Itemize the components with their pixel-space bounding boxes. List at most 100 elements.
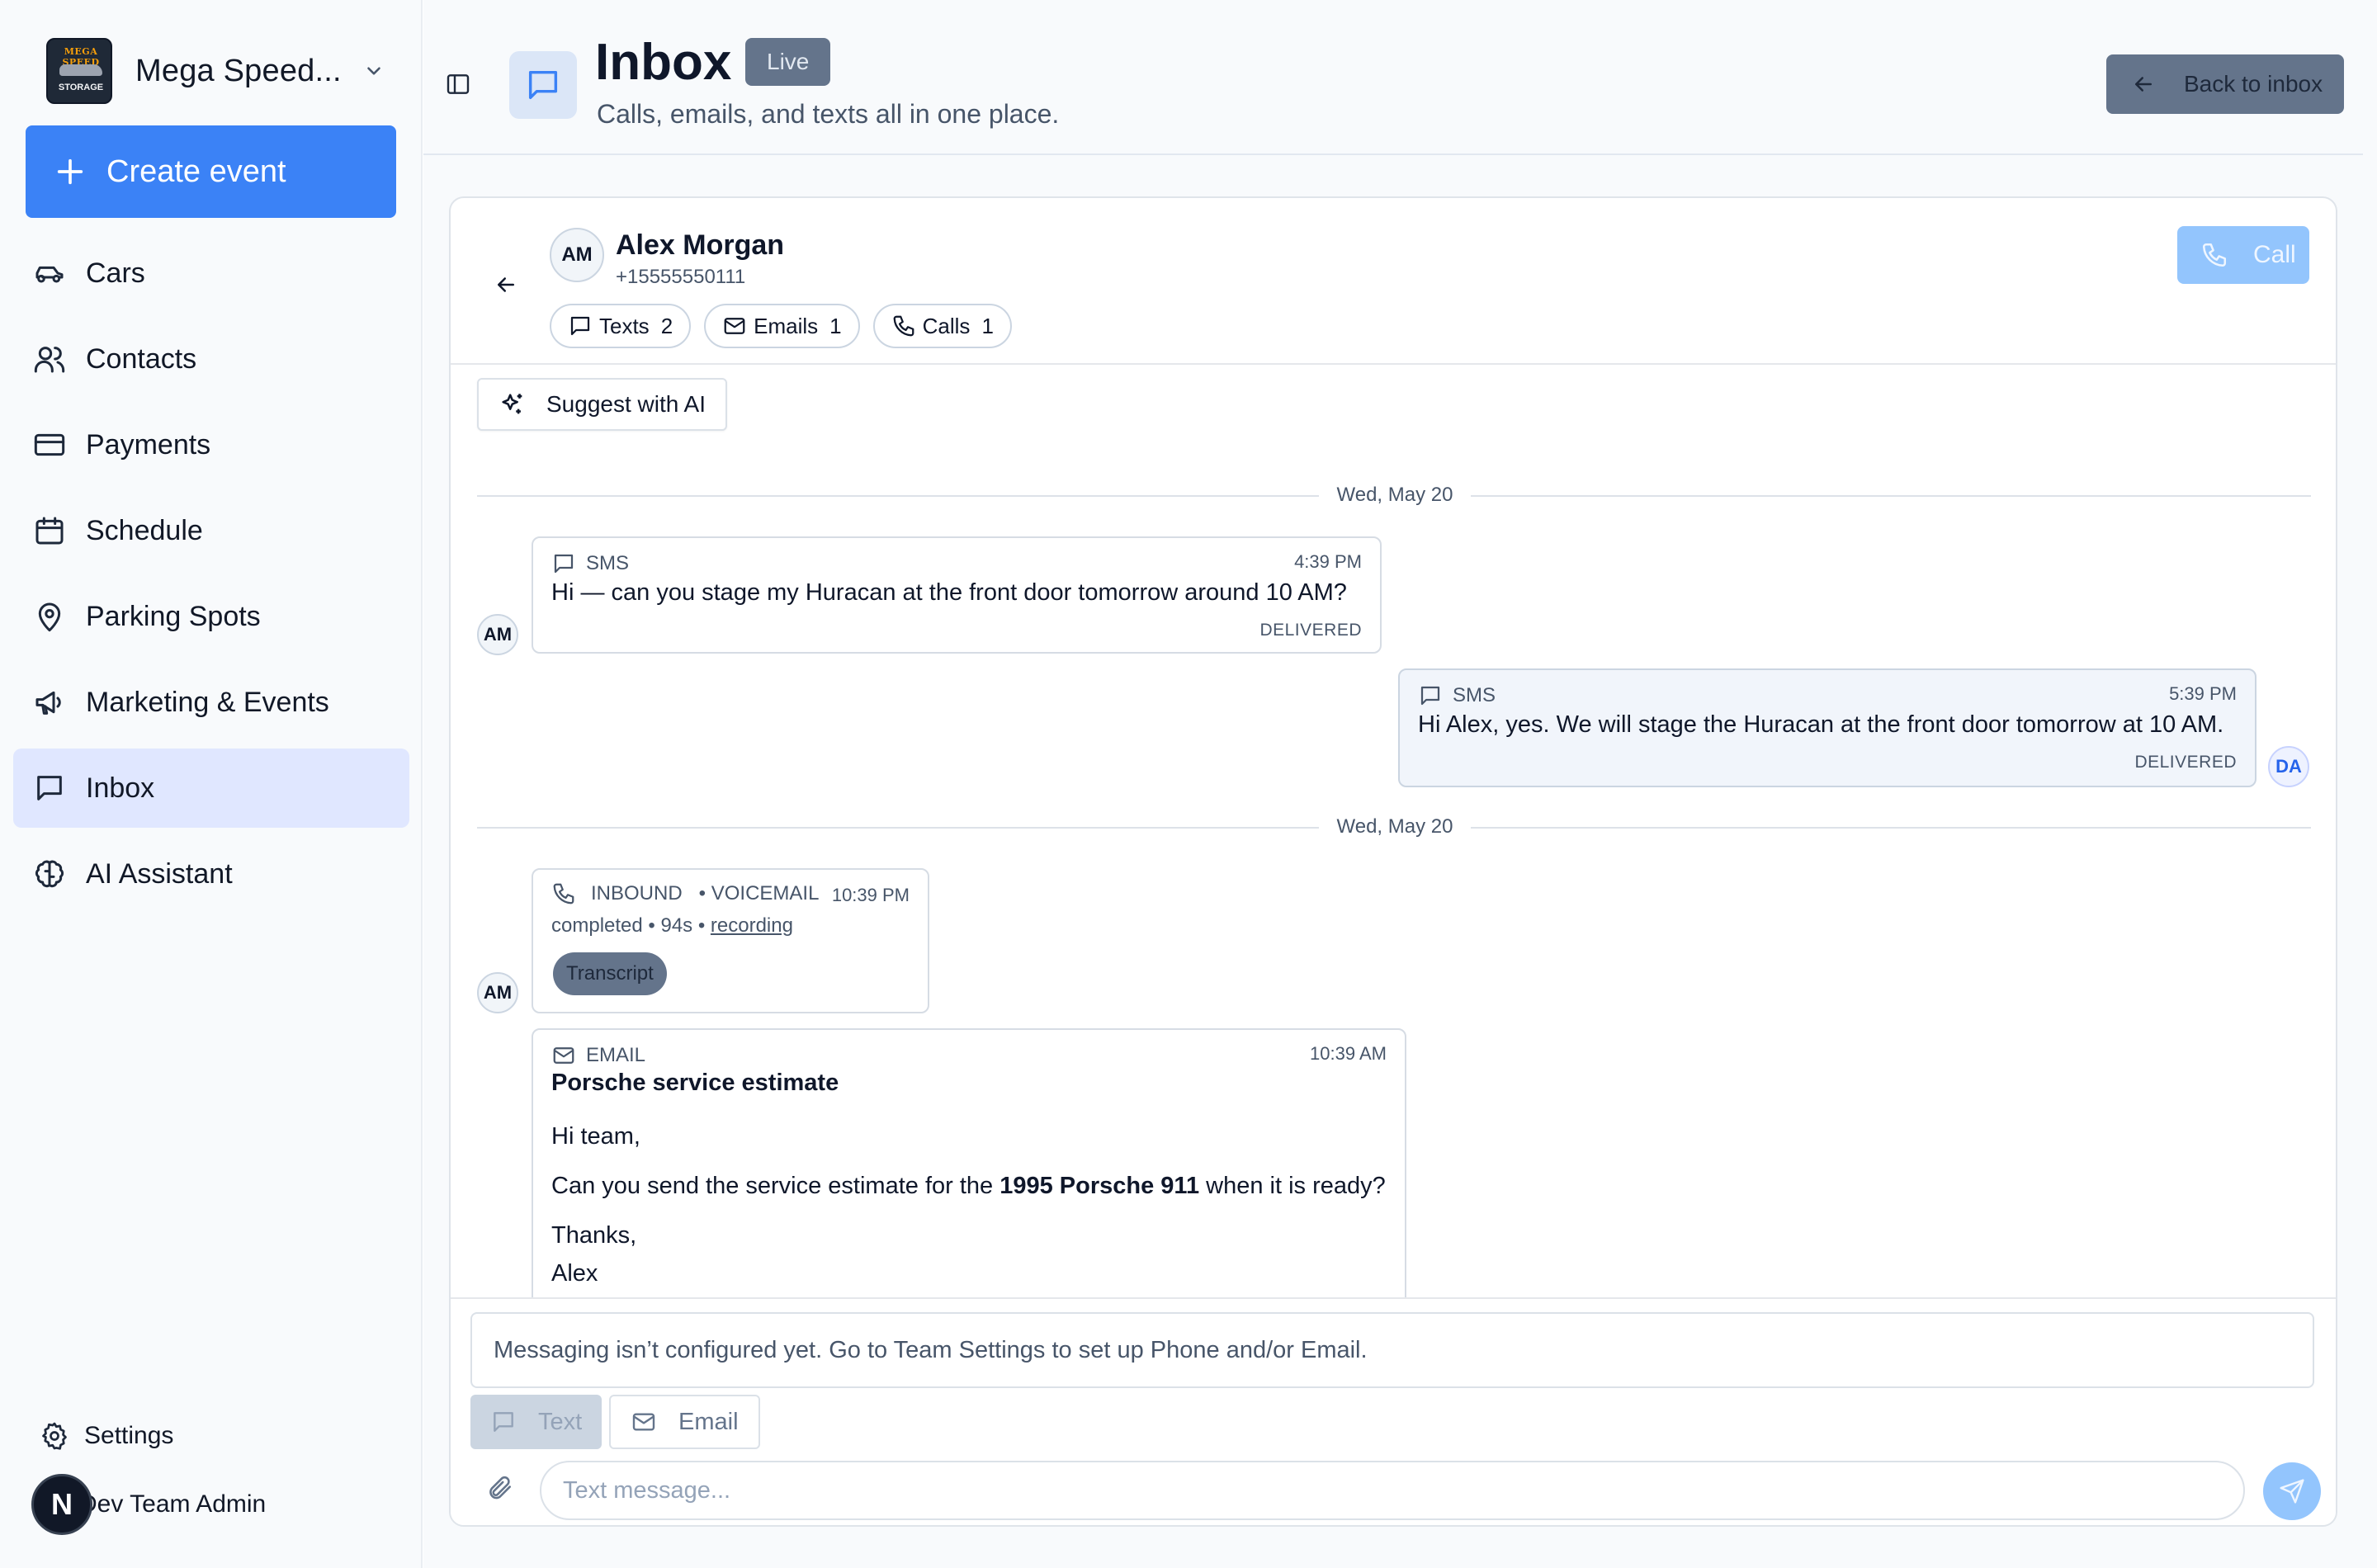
message-input[interactable]: Text message... — [540, 1461, 2245, 1520]
arrow-left-icon — [2131, 72, 2156, 97]
transcript-button[interactable]: Transcript — [553, 952, 667, 995]
message-square-icon — [33, 772, 66, 805]
workspace-name: Mega Speed... — [135, 53, 342, 88]
phone-icon — [891, 314, 916, 338]
contact-avatar: AM — [550, 228, 604, 282]
email-subject: Porsche service estimate — [551, 1070, 839, 1096]
sidebar: MEGA SPEED STORAGE Mega Speed... Create … — [0, 0, 423, 1568]
message-square-icon — [551, 551, 576, 576]
call-button[interactable]: Call — [2177, 226, 2309, 284]
conversation-card: AM Alex Morgan +15555550111 Texts 2 Emai… — [449, 196, 2337, 1527]
message-type: SMS — [1418, 683, 1496, 708]
date-divider-label: Wed, May 20 — [1318, 815, 1472, 838]
sidebar-item-label: Payments — [86, 428, 211, 460]
chevron-down-icon — [363, 60, 385, 82]
page-header: Inbox Live Calls, emails, and texts all … — [423, 13, 2363, 155]
mail-icon — [551, 1043, 576, 1068]
email-signoff: Thanks, — [551, 1222, 637, 1249]
sidebar-item-label: Parking Spots — [86, 600, 261, 632]
avatar: DA — [2268, 746, 2309, 787]
sms-message-outbound: SMS 5:39 PM Hi Alex, yes. We will stage … — [1398, 668, 2256, 787]
sidebar-item-label: Cars — [86, 257, 145, 289]
message-type: EMAIL — [551, 1043, 645, 1068]
email-signature: Alex — [551, 1260, 598, 1287]
composer: Messaging isn’t configured yet. Go to Te… — [451, 1297, 2336, 1525]
email-body: Hi team, Can you send the service estima… — [551, 1117, 1386, 1292]
recording-link[interactable]: recording — [711, 914, 793, 937]
logo-text-bottom: STORAGE — [58, 83, 104, 92]
call-meta: completed • 94s • recording — [551, 914, 793, 937]
megaphone-icon — [33, 686, 66, 719]
live-badge: Live — [745, 38, 831, 86]
filter-emails[interactable]: Emails 1 — [704, 304, 860, 348]
message-square-icon — [568, 314, 593, 338]
date-divider-label: Wed, May 20 — [1318, 484, 1472, 506]
sidebar-item-cars[interactable]: Cars — [13, 234, 409, 313]
map-pin-icon — [33, 600, 66, 633]
sidebar-nav: Cars Contacts Payments Schedule Parking … — [13, 234, 409, 920]
call-label: Call — [2253, 241, 2296, 268]
email-paragraph: Can you send the service estimate for th… — [551, 1167, 1386, 1205]
sidebar-item-ai-assistant[interactable]: AI Assistant — [13, 834, 409, 914]
filter-label: Texts — [599, 313, 650, 338]
page-title: Inbox — [595, 34, 732, 91]
message-type: SMS — [551, 551, 629, 576]
credit-card-icon — [33, 428, 66, 461]
call-meta-text: completed • 94s • — [551, 914, 706, 937]
conversation-header: AM Alex Morgan +15555550111 Texts 2 Emai… — [451, 198, 2336, 365]
sidebar-item-parking-spots[interactable]: Parking Spots — [13, 577, 409, 656]
message-square-icon — [1418, 683, 1443, 708]
composer-tab-text[interactable]: Text — [470, 1395, 603, 1449]
filter-count: 1 — [981, 313, 994, 338]
sidebar-item-inbox[interactable]: Inbox — [13, 749, 409, 828]
user-menu[interactable]: N Dev Team Admin — [31, 1474, 266, 1535]
email-bold-text: 1995 Porsche 911 — [999, 1173, 1200, 1199]
suggest-with-ai-button[interactable]: Suggest with AI — [477, 378, 728, 431]
back-to-inbox-button[interactable]: Back to inbox — [2106, 54, 2344, 114]
sidebar-item-payments[interactable]: Payments — [13, 405, 409, 484]
create-event-button[interactable]: Create event — [26, 125, 396, 218]
paperclip-icon[interactable] — [485, 1474, 513, 1502]
send-icon — [2279, 1478, 2305, 1504]
send-button[interactable] — [2263, 1462, 2321, 1520]
email-text: Can you send the service estimate for th… — [551, 1173, 1000, 1199]
sidebar-item-marketing[interactable]: Marketing & Events — [13, 663, 409, 742]
users-icon — [33, 342, 66, 375]
sidebar-toggle-icon[interactable] — [445, 71, 471, 97]
filter-count: 1 — [829, 313, 842, 338]
logo-car-shape — [59, 64, 102, 76]
composer-tab-email[interactable]: Email — [609, 1395, 760, 1449]
calendar-icon — [33, 514, 66, 547]
sidebar-item-schedule[interactable]: Schedule — [13, 491, 409, 570]
filter-label: Calls — [922, 313, 971, 338]
message-type: INBOUND • VOICEMAIL — [551, 881, 819, 906]
message-text: Hi Alex, yes. We will stage the Huracan … — [1418, 711, 2224, 738]
settings-link[interactable]: Settings — [40, 1421, 173, 1451]
avatar: AM — [477, 972, 518, 1013]
inbox-header-icon — [509, 51, 577, 119]
plus-icon — [54, 155, 87, 188]
filter-calls[interactable]: Calls 1 — [872, 304, 1012, 348]
message-time: 4:39 PM — [1294, 551, 1362, 572]
date-divider: Wed, May 20 — [451, 815, 2336, 838]
filter-texts[interactable]: Texts 2 — [550, 304, 692, 348]
message-time: 10:39 AM — [1310, 1043, 1387, 1064]
mail-icon — [631, 1409, 657, 1435]
back-arrow-icon[interactable] — [494, 272, 518, 297]
user-avatar: N — [31, 1474, 92, 1535]
brand-logo: MEGA SPEED STORAGE — [46, 38, 112, 104]
message-time: 5:39 PM — [2169, 683, 2237, 704]
gear-icon — [40, 1421, 69, 1451]
sms-message-inbound: SMS 4:39 PM Hi — can you stage my Huraca… — [532, 536, 1382, 654]
message-type-label: SMS — [1453, 684, 1496, 706]
back-to-inbox-label: Back to inbox — [2184, 71, 2323, 97]
sidebar-item-label: Inbox — [86, 772, 155, 804]
phone-icon — [551, 881, 576, 906]
contact-name: Alex Morgan — [616, 229, 785, 261]
main-area: Inbox Live Calls, emails, and texts all … — [423, 0, 2377, 1568]
sidebar-item-contacts[interactable]: Contacts — [13, 319, 409, 399]
workspace-switcher[interactable]: MEGA SPEED STORAGE Mega Speed... — [46, 38, 385, 104]
sidebar-item-label: Contacts — [86, 342, 197, 375]
message-time: 10:39 PM — [831, 885, 910, 905]
filter-label: Emails — [754, 313, 819, 338]
